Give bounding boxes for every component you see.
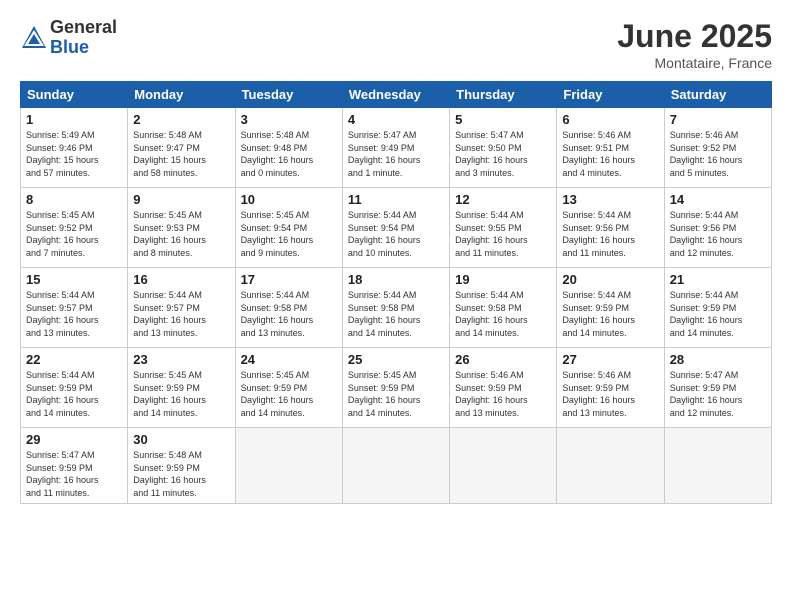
header-friday: Friday	[557, 82, 664, 108]
day-17: 17 Sunrise: 5:44 AMSunset: 9:58 PMDaylig…	[235, 268, 342, 348]
week-row-5: 29 Sunrise: 5:47 AMSunset: 9:59 PMDaylig…	[21, 428, 772, 504]
header-thursday: Thursday	[450, 82, 557, 108]
day-1: 1 Sunrise: 5:49 AMSunset: 9:46 PMDayligh…	[21, 108, 128, 188]
weekday-header-row: Sunday Monday Tuesday Wednesday Thursday…	[21, 82, 772, 108]
day-5: 5 Sunrise: 5:47 AMSunset: 9:50 PMDayligh…	[450, 108, 557, 188]
calendar: Sunday Monday Tuesday Wednesday Thursday…	[20, 81, 772, 504]
day-9: 9 Sunrise: 5:45 AMSunset: 9:53 PMDayligh…	[128, 188, 235, 268]
day-14: 14 Sunrise: 5:44 AMSunset: 9:56 PMDaylig…	[664, 188, 771, 268]
day-27: 27 Sunrise: 5:46 AMSunset: 9:59 PMDaylig…	[557, 348, 664, 428]
day-6: 6 Sunrise: 5:46 AMSunset: 9:51 PMDayligh…	[557, 108, 664, 188]
week-row-4: 22 Sunrise: 5:44 AMSunset: 9:59 PMDaylig…	[21, 348, 772, 428]
week-row-1: 1 Sunrise: 5:49 AMSunset: 9:46 PMDayligh…	[21, 108, 772, 188]
empty-5	[664, 428, 771, 504]
logo-blue: Blue	[50, 38, 117, 58]
week-row-3: 15 Sunrise: 5:44 AMSunset: 9:57 PMDaylig…	[21, 268, 772, 348]
page: General Blue June 2025 Montataire, Franc…	[0, 0, 792, 612]
logo-text: General Blue	[50, 18, 117, 58]
logo-icon	[20, 24, 48, 52]
day-23: 23 Sunrise: 5:45 AMSunset: 9:59 PMDaylig…	[128, 348, 235, 428]
day-10: 10 Sunrise: 5:45 AMSunset: 9:54 PMDaylig…	[235, 188, 342, 268]
day-29: 29 Sunrise: 5:47 AMSunset: 9:59 PMDaylig…	[21, 428, 128, 504]
empty-1	[235, 428, 342, 504]
day-15: 15 Sunrise: 5:44 AMSunset: 9:57 PMDaylig…	[21, 268, 128, 348]
day-21: 21 Sunrise: 5:44 AMSunset: 9:59 PMDaylig…	[664, 268, 771, 348]
day-8: 8 Sunrise: 5:45 AMSunset: 9:52 PMDayligh…	[21, 188, 128, 268]
day-30: 30 Sunrise: 5:48 AMSunset: 9:59 PMDaylig…	[128, 428, 235, 504]
day-28: 28 Sunrise: 5:47 AMSunset: 9:59 PMDaylig…	[664, 348, 771, 428]
month-title: June 2025	[617, 18, 772, 55]
header-saturday: Saturday	[664, 82, 771, 108]
day-11: 11 Sunrise: 5:44 AMSunset: 9:54 PMDaylig…	[342, 188, 449, 268]
day-2: 2 Sunrise: 5:48 AMSunset: 9:47 PMDayligh…	[128, 108, 235, 188]
day-24: 24 Sunrise: 5:45 AMSunset: 9:59 PMDaylig…	[235, 348, 342, 428]
empty-2	[342, 428, 449, 504]
day-16: 16 Sunrise: 5:44 AMSunset: 9:57 PMDaylig…	[128, 268, 235, 348]
day-19: 19 Sunrise: 5:44 AMSunset: 9:58 PMDaylig…	[450, 268, 557, 348]
day-7: 7 Sunrise: 5:46 AMSunset: 9:52 PMDayligh…	[664, 108, 771, 188]
day-4: 4 Sunrise: 5:47 AMSunset: 9:49 PMDayligh…	[342, 108, 449, 188]
day-13: 13 Sunrise: 5:44 AMSunset: 9:56 PMDaylig…	[557, 188, 664, 268]
day-25: 25 Sunrise: 5:45 AMSunset: 9:59 PMDaylig…	[342, 348, 449, 428]
day-26: 26 Sunrise: 5:46 AMSunset: 9:59 PMDaylig…	[450, 348, 557, 428]
day-3: 3 Sunrise: 5:48 AMSunset: 9:48 PMDayligh…	[235, 108, 342, 188]
empty-3	[450, 428, 557, 504]
header-monday: Monday	[128, 82, 235, 108]
week-row-2: 8 Sunrise: 5:45 AMSunset: 9:52 PMDayligh…	[21, 188, 772, 268]
day-22: 22 Sunrise: 5:44 AMSunset: 9:59 PMDaylig…	[21, 348, 128, 428]
title-block: June 2025 Montataire, France	[617, 18, 772, 71]
header-sunday: Sunday	[21, 82, 128, 108]
empty-4	[557, 428, 664, 504]
logo-general: General	[50, 18, 117, 38]
day-20: 20 Sunrise: 5:44 AMSunset: 9:59 PMDaylig…	[557, 268, 664, 348]
location: Montataire, France	[617, 55, 772, 71]
header-tuesday: Tuesday	[235, 82, 342, 108]
day-18: 18 Sunrise: 5:44 AMSunset: 9:58 PMDaylig…	[342, 268, 449, 348]
day-12: 12 Sunrise: 5:44 AMSunset: 9:55 PMDaylig…	[450, 188, 557, 268]
header: General Blue June 2025 Montataire, Franc…	[20, 18, 772, 71]
logo: General Blue	[20, 18, 117, 58]
header-wednesday: Wednesday	[342, 82, 449, 108]
